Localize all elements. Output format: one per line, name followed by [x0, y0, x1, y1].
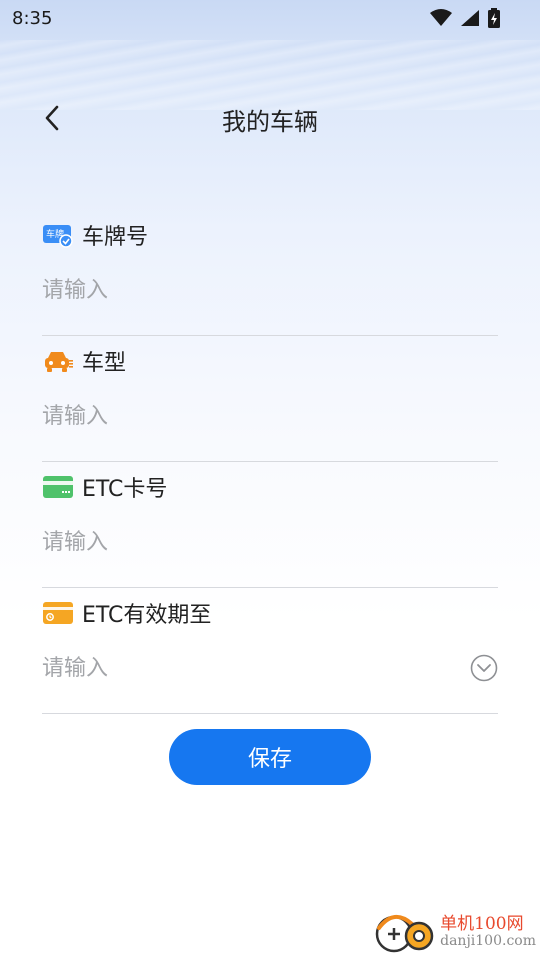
page-title: 我的车辆: [222, 108, 318, 136]
wifi-icon: [430, 9, 452, 26]
chevron-down-icon[interactable]: [470, 654, 498, 682]
car-model-label: 车型: [82, 351, 127, 376]
etc-expiry-input[interactable]: [42, 648, 482, 688]
car-model-input[interactable]: [42, 396, 482, 436]
etc-expiry-label: ETC有效期至: [82, 603, 212, 628]
car-model-field: 车型: [42, 336, 498, 462]
field-header: ETC卡号: [42, 472, 167, 502]
vehicle-form: 车牌 车牌号 车型 ETC卡号 ETC有效期至: [42, 210, 498, 714]
watermark-line1: 单机100网: [440, 913, 524, 934]
field-header: ETC有效期至: [42, 598, 211, 628]
plate-number-label: 车牌号: [82, 225, 149, 250]
etc-card-label: ETC卡号: [82, 477, 168, 502]
license-plate-icon: 车牌: [42, 222, 74, 248]
etc-card-field: ETC卡号: [42, 462, 498, 588]
field-header: 车型: [42, 346, 126, 376]
watermark-logo-icon: [375, 915, 434, 953]
plate-number-input[interactable]: [42, 270, 482, 310]
watermark-line2: danji100.com: [440, 932, 536, 949]
etc-expiry-field: ETC有效期至: [42, 588, 498, 714]
nav-bar: 我的车辆: [0, 90, 540, 146]
card-icon: [42, 474, 74, 500]
status-icons: [430, 8, 500, 28]
status-time: 8:35: [12, 8, 53, 29]
status-bar: 8:35: [0, 0, 540, 38]
watermark-text: 单机100网 danji100.com: [440, 913, 536, 949]
signal-icon: [461, 10, 479, 26]
plate-number-field: 车牌 车牌号: [42, 210, 498, 336]
save-button[interactable]: 保存: [169, 729, 371, 785]
field-header: 车牌 车牌号: [42, 220, 148, 250]
car-icon: [42, 348, 74, 374]
battery-icon: [488, 8, 500, 28]
calendar-card-icon: [42, 600, 74, 626]
etc-card-input[interactable]: [42, 522, 482, 562]
watermark: 单机100网 danji100.com: [374, 910, 536, 954]
